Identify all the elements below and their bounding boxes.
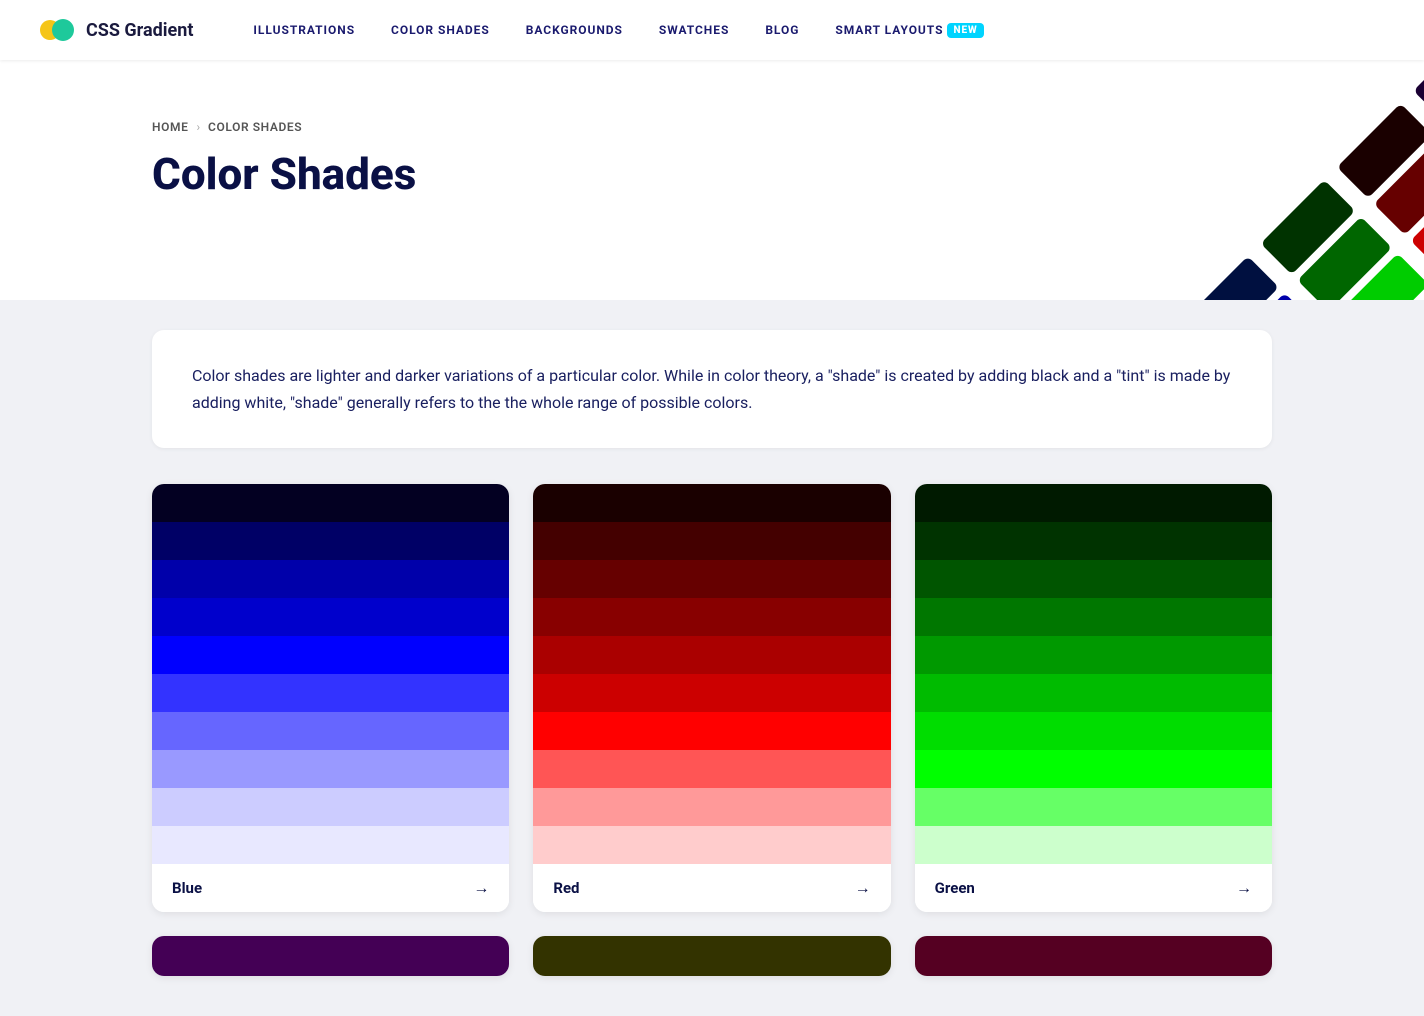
- green-shade-3: [915, 560, 1272, 598]
- nav-swatches[interactable]: SWATCHES: [659, 23, 729, 37]
- green-shade-4: [915, 598, 1272, 636]
- blue-shade-3: [152, 560, 509, 598]
- green-card-footer: Green →: [915, 864, 1272, 912]
- swatch-col-4: [1413, 60, 1424, 300]
- red-card-footer: Red →: [533, 864, 890, 912]
- nav-illustrations[interactable]: ILLUSTRATIONS: [253, 23, 355, 37]
- bottom-card-1[interactable]: [152, 936, 509, 976]
- nav-color-shades[interactable]: COLOR SHADES: [391, 23, 490, 37]
- deco-swatch: [1371, 290, 1424, 300]
- breadcrumb-home-link[interactable]: HOME: [152, 120, 188, 134]
- logo-link[interactable]: CSS Gradient: [40, 12, 193, 48]
- logo-text: CSS Gradient: [86, 20, 193, 41]
- blue-shade-9: [152, 788, 509, 826]
- blue-card-footer: Blue →: [152, 864, 509, 912]
- logo-circle-green: [52, 19, 74, 41]
- red-shade-6: [533, 674, 890, 712]
- bottom-card-2[interactable]: [533, 936, 890, 976]
- deco-swatch: [1184, 256, 1279, 300]
- green-shade-5: [915, 636, 1272, 674]
- color-cards-grid: Blue → Red →: [152, 484, 1272, 912]
- blue-card-arrow: →: [473, 878, 489, 898]
- breadcrumb-separator: ›: [196, 120, 200, 134]
- red-shade-5: [533, 636, 890, 674]
- green-shade-1: [915, 484, 1272, 522]
- header: CSS Gradient ILLUSTRATIONS COLOR SHADES …: [0, 0, 1424, 60]
- nav-backgrounds[interactable]: BACKGROUNDS: [526, 23, 623, 37]
- info-box: Color shades are lighter and darker vari…: [152, 330, 1272, 448]
- deco-swatch: [1413, 60, 1424, 122]
- red-shade-8: [533, 750, 890, 788]
- green-shade-10: [915, 826, 1272, 864]
- deco-swatch: [1297, 217, 1392, 300]
- blue-swatches: [152, 484, 509, 864]
- swatch-col-1: [1184, 249, 1424, 300]
- hero-content: HOME › COLOR SHADES Color Shades: [112, 120, 1312, 198]
- deco-swatch: [1334, 253, 1424, 300]
- red-shade-9: [533, 788, 890, 826]
- bottom-card-3[interactable]: [915, 936, 1272, 976]
- main-content: Color shades are lighter and darker vari…: [112, 300, 1312, 1016]
- blue-card-label: Blue: [172, 879, 202, 897]
- red-shade-10: [533, 826, 890, 864]
- blue-shade-8: [152, 750, 509, 788]
- red-shade-1: [533, 484, 890, 522]
- red-shade-3: [533, 560, 890, 598]
- green-swatches: [915, 484, 1272, 864]
- color-card-blue[interactable]: Blue →: [152, 484, 509, 912]
- red-shade-7: [533, 712, 890, 750]
- blue-shade-2: [152, 522, 509, 560]
- breadcrumb-current: COLOR SHADES: [208, 120, 302, 134]
- red-swatches: [533, 484, 890, 864]
- red-shade-2: [533, 522, 890, 560]
- deco-swatch: [1337, 103, 1424, 198]
- blue-shade-6: [152, 674, 509, 712]
- blue-shade-5: [152, 636, 509, 674]
- green-shade-8: [915, 750, 1272, 788]
- green-shade-6: [915, 674, 1272, 712]
- new-badge: NEW: [947, 23, 983, 38]
- logo-icon: [40, 12, 76, 48]
- nav-smart-layouts[interactable]: SMART LAYOUTS NEW: [835, 23, 983, 38]
- red-shade-4: [533, 598, 890, 636]
- hero-section: HOME › COLOR SHADES Color Shades: [0, 60, 1424, 300]
- green-card-label: Green: [935, 879, 975, 897]
- color-card-red[interactable]: Red →: [533, 484, 890, 912]
- blue-shade-7: [152, 712, 509, 750]
- red-card-arrow: →: [855, 878, 871, 898]
- bottom-cards-row: [152, 936, 1272, 976]
- page-title: Color Shades: [152, 150, 1272, 198]
- blue-shade-10: [152, 826, 509, 864]
- blue-shade-4: [152, 598, 509, 636]
- color-card-green[interactable]: Green →: [915, 484, 1272, 912]
- deco-swatch: [1221, 293, 1316, 300]
- info-description: Color shades are lighter and darker vari…: [192, 362, 1232, 416]
- nav-blog[interactable]: BLOG: [765, 23, 799, 37]
- breadcrumb: HOME › COLOR SHADES: [152, 120, 1272, 134]
- green-shade-9: [915, 788, 1272, 826]
- swatch-col-3: [1337, 96, 1424, 300]
- red-card-label: Red: [553, 879, 579, 897]
- main-nav: ILLUSTRATIONS COLOR SHADES BACKGROUNDS S…: [253, 23, 983, 38]
- green-card-arrow: →: [1236, 878, 1252, 898]
- deco-swatch: [1410, 177, 1424, 272]
- green-shade-2: [915, 522, 1272, 560]
- blue-shade-1: [152, 484, 509, 522]
- deco-swatch: [1374, 140, 1424, 235]
- green-shade-7: [915, 712, 1272, 750]
